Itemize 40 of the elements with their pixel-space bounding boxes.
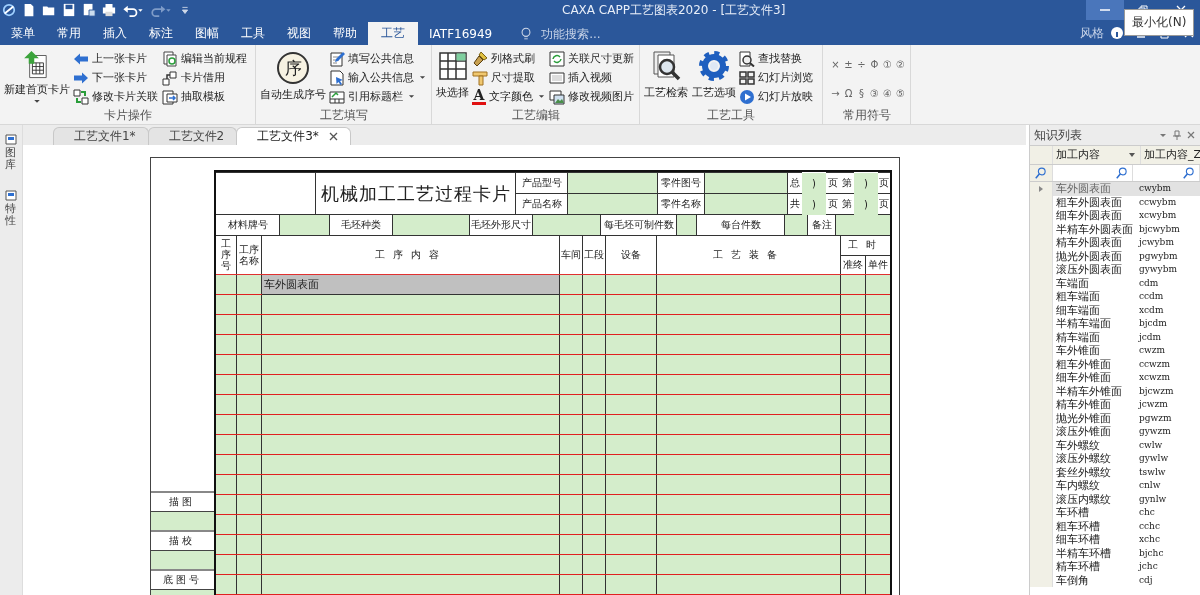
column-header: 车间 (559, 235, 583, 275)
circle-glyph-icon: 序 (277, 52, 309, 84)
column-header: 工序内容 (261, 235, 560, 275)
page-label: 第 (839, 172, 854, 194)
column-header: 工序号 (221, 238, 232, 272)
group-title: 工艺编辑 (510, 108, 561, 124)
card-label: 毛坯外形尺寸 (469, 215, 533, 235)
page-label: 总 (787, 172, 802, 194)
group-title: 工艺填写 (318, 108, 369, 124)
group-title: 卡片操作 (102, 108, 153, 124)
page-label: 共 (787, 193, 802, 215)
card-label: 零件图号 (657, 172, 705, 194)
column-header: 工段 (582, 235, 606, 275)
card-label: 每毛坯可制件数 (600, 215, 677, 235)
column-header: 准终 (840, 255, 866, 275)
card-label: 描图 (150, 492, 214, 512)
column-header: 工艺装备 (656, 235, 841, 275)
page-unit: 页 (877, 172, 890, 194)
page-unit: 页 (825, 193, 840, 215)
panel-title: 知识列表 (1034, 126, 1082, 144)
card-label: 材料牌号 (215, 215, 280, 235)
card-title: 机械加工工艺过程卡片 (315, 172, 516, 215)
card-label: 底图号 (150, 570, 214, 590)
window-title: CAXA CAPP工艺图表2020 - [工艺文件3] (562, 1, 786, 19)
card-label: 毛坯种类 (329, 215, 393, 235)
card-label: 产品名称 (515, 193, 568, 215)
column-header: 设备 (605, 235, 657, 275)
card-label: 描校 (150, 531, 214, 551)
page-label: 第 (839, 193, 854, 215)
column-header: 工序名称 (239, 243, 260, 266)
page-unit: 页 (877, 193, 890, 215)
column-header: 工时 (840, 235, 890, 256)
page-unit: 页 (825, 172, 840, 194)
card-label: 产品型号 (515, 172, 568, 194)
tooltip: 最小化(N) (1124, 9, 1195, 36)
group-title: 工艺工具 (706, 108, 756, 124)
card-label: 零件名称 (657, 193, 705, 215)
card-label: 每台件数 (696, 215, 785, 235)
group-title: 常用符号 (841, 108, 892, 124)
card-label: 备注 (807, 215, 836, 235)
